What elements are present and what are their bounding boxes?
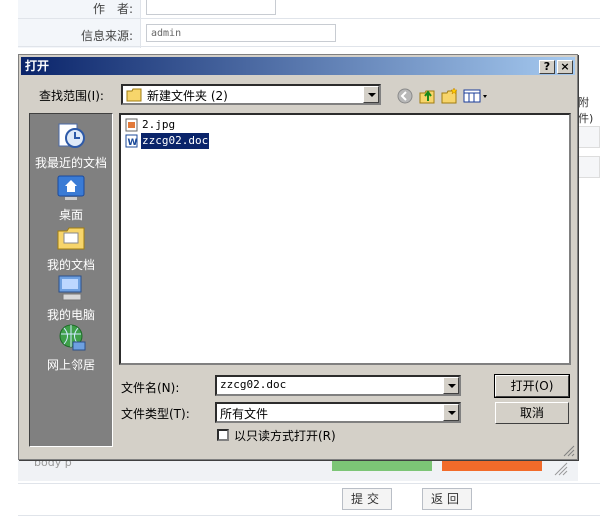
back-button[interactable]: 返回: [422, 488, 472, 510]
filename-combo[interactable]: zzcg02.doc: [215, 375, 461, 396]
filetype-dropdown-arrow[interactable]: [443, 404, 459, 421]
place-recent-label: 我最近的文档: [34, 156, 107, 170]
dialog-title: 打开: [25, 59, 50, 73]
bottom-divider: [18, 514, 600, 516]
my-documents-icon: [57, 227, 85, 250]
place-network-label: 网上邻居: [46, 358, 95, 372]
recent-documents-icon: [58, 123, 85, 148]
place-my-computer-label: 我的电脑: [46, 308, 95, 322]
view-menu-icon[interactable]: [463, 87, 489, 105]
place-desktop[interactable]: 桌面: [30, 172, 112, 223]
resize-grip-icon[interactable]: [554, 462, 568, 476]
place-recent[interactable]: 我最近的文档: [30, 120, 112, 171]
filename-dropdown-arrow[interactable]: [443, 377, 459, 394]
source-label: 信息来源:: [80, 29, 133, 43]
footer-divider: [18, 482, 600, 484]
place-my-computer[interactable]: 我的电脑: [30, 272, 112, 323]
place-my-documents-label: 我的文档: [46, 258, 95, 272]
readonly-label[interactable]: 以只读方式打开(R): [234, 427, 336, 444]
image-file-icon: [125, 118, 138, 132]
filename-label: 文件名(N):: [121, 381, 180, 395]
filetype-combo[interactable]: 所有文件: [215, 402, 461, 423]
look-in-label: 查找范围(I):: [39, 89, 104, 103]
filetype-value: 所有文件: [220, 407, 269, 421]
author-input[interactable]: [146, 0, 276, 15]
new-folder-icon[interactable]: [440, 87, 458, 105]
file-name: 2.jpg: [142, 118, 176, 131]
back-icon[interactable]: [396, 87, 414, 105]
attachment-text: 附件): [578, 96, 594, 125]
up-folder-icon[interactable]: [418, 87, 436, 105]
my-computer-icon: [58, 275, 82, 301]
filename-value: zzcg02.doc: [220, 378, 287, 391]
desktop-icon: [57, 175, 85, 200]
side-checkbox-icon[interactable]: [578, 126, 600, 148]
folder-icon: [126, 88, 142, 102]
look-in-combo[interactable]: 新建文件夹 (2): [121, 84, 381, 105]
readonly-checkbox[interactable]: [217, 429, 229, 441]
open-button[interactable]: 打开(O): [494, 374, 570, 398]
look-in-value: 新建文件夹 (2): [147, 89, 228, 103]
place-network[interactable]: 网上邻居: [30, 322, 112, 373]
submit-button[interactable]: 提交: [342, 488, 392, 510]
place-my-documents[interactable]: 我的文档: [30, 222, 112, 273]
open-file-dialog: 打开 ? × 查找范围(I): 新建文件夹 (2) 我最近的文档 桌面 我的文档…: [18, 54, 578, 460]
help-button[interactable]: ?: [539, 60, 555, 74]
author-label: 作 者:: [92, 2, 133, 16]
cancel-button[interactable]: 取消: [495, 402, 569, 424]
network-places-icon: [59, 324, 86, 351]
svg-text:W: W: [128, 138, 138, 148]
look-in-dropdown-arrow[interactable]: [363, 86, 379, 103]
dialog-resize-grip-icon[interactable]: [563, 445, 575, 457]
source-input[interactable]: admin: [146, 24, 336, 42]
close-button[interactable]: ×: [557, 60, 573, 74]
file-name: zzcg02.doc: [139, 132, 211, 150]
dialog-titlebar[interactable]: 打开 ? ×: [21, 57, 575, 75]
filetype-label: 文件类型(T):: [121, 407, 190, 421]
places-bar: 我最近的文档 桌面 我的文档 我的电脑 网上邻居: [29, 113, 113, 447]
place-desktop-label: 桌面: [58, 208, 83, 222]
file-list[interactable]: 2.jpg W zzcg02.doc: [119, 113, 571, 365]
word-doc-icon: W: [125, 134, 138, 148]
side-flag-icon[interactable]: [578, 156, 600, 178]
